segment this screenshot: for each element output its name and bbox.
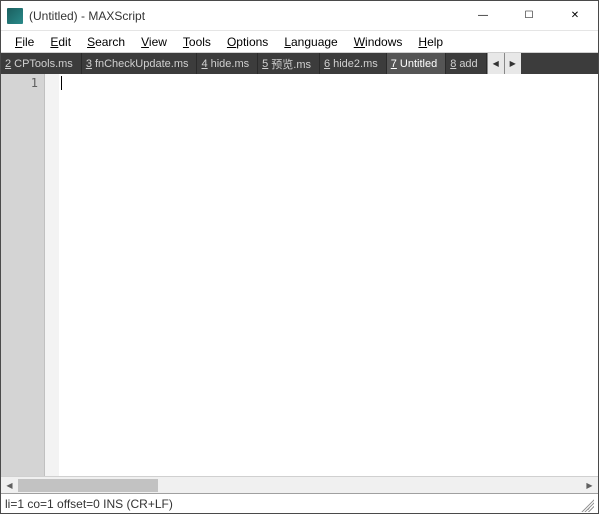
tab-scroll-right[interactable]: ▶: [504, 53, 521, 74]
tab-hide2[interactable]: 6hide2.ms: [320, 53, 387, 74]
tab-label: CPTools.ms: [14, 58, 73, 70]
menu-accel: O: [227, 35, 236, 49]
tab-label: fnCheckUpdate.ms: [95, 58, 189, 70]
editor-area: 1: [1, 74, 598, 476]
menu-windows[interactable]: Windows: [346, 33, 411, 51]
tab-number: 7: [391, 58, 397, 70]
line-number: 1: [1, 76, 38, 90]
tab-number: 4: [201, 58, 207, 70]
tab-label: hide2.ms: [333, 58, 378, 70]
tab-label: 预览.ms: [271, 56, 311, 72]
app-icon: [7, 8, 23, 24]
tab-scroll-left[interactable]: ◀: [487, 53, 504, 74]
fold-margin: [45, 74, 59, 476]
menu-help[interactable]: Help: [410, 33, 451, 51]
menubar: File Edit Search View Tools Options Lang…: [1, 31, 598, 53]
titlebar: (Untitled) - MAXScript — ☐ ✕: [1, 1, 598, 31]
menu-label: elp: [427, 35, 443, 49]
tab-label: hide.ms: [211, 58, 250, 70]
menu-accel: S: [87, 35, 95, 49]
menu-label: ools: [189, 35, 211, 49]
menu-label: earch: [95, 35, 125, 49]
menu-label: indows: [365, 35, 402, 49]
menu-search[interactable]: Search: [79, 33, 133, 51]
tab-add[interactable]: 8add: [446, 53, 486, 74]
tab-number: 2: [5, 58, 11, 70]
menu-accel: V: [141, 35, 149, 49]
menu-file[interactable]: File: [7, 33, 42, 51]
menu-accel: H: [418, 35, 427, 49]
tab-label: Untitled: [400, 58, 437, 70]
window-title: (Untitled) - MAXScript: [29, 9, 460, 23]
tab-preview[interactable]: 5预览.ms: [258, 53, 320, 74]
minimize-button[interactable]: —: [460, 1, 506, 30]
menu-options[interactable]: Options: [219, 33, 276, 51]
tab-hide[interactable]: 4 hide.ms: [197, 53, 258, 74]
tab-fncheckupdate[interactable]: 3fnCheckUpdate.ms: [82, 53, 198, 74]
menu-label: iew: [149, 35, 167, 49]
menu-view[interactable]: View: [133, 33, 175, 51]
menu-label: dit: [58, 35, 71, 49]
menu-edit[interactable]: Edit: [42, 33, 79, 51]
resize-grip[interactable]: [578, 496, 594, 512]
window-controls: — ☐ ✕: [460, 1, 598, 30]
code-editor[interactable]: [59, 74, 598, 476]
line-number-gutter: 1: [1, 74, 45, 476]
scroll-right-button[interactable]: ▶: [581, 477, 598, 494]
menu-tools[interactable]: Tools: [175, 33, 219, 51]
tab-untitled[interactable]: 7Untitled: [387, 53, 446, 74]
scroll-track[interactable]: [18, 477, 581, 494]
close-button[interactable]: ✕: [552, 1, 598, 30]
maximize-button[interactable]: ☐: [506, 1, 552, 30]
text-caret: [61, 76, 62, 90]
menu-language[interactable]: Language: [276, 33, 345, 51]
statusbar: li=1 co=1 offset=0 INS (CR+LF): [1, 493, 598, 513]
tab-number: 3: [86, 58, 92, 70]
tab-number: 6: [324, 58, 330, 70]
tab-number: 5: [262, 58, 268, 70]
tab-number: 8: [450, 58, 456, 70]
scroll-thumb[interactable]: [18, 479, 158, 492]
menu-label: anguage: [291, 35, 338, 49]
menu-accel: W: [354, 35, 365, 49]
scroll-left-button[interactable]: ◀: [1, 477, 18, 494]
menu-label: ile: [22, 35, 34, 49]
tabbar: 2CPTools.ms 3fnCheckUpdate.ms 4 hide.ms 5…: [1, 53, 598, 74]
menu-accel: L: [284, 35, 291, 49]
menu-label: ptions: [236, 35, 268, 49]
tab-label: add: [459, 58, 477, 70]
tab-cptools[interactable]: 2CPTools.ms: [1, 53, 82, 74]
status-text: li=1 co=1 offset=0 INS (CR+LF): [5, 497, 173, 511]
horizontal-scrollbar[interactable]: ◀ ▶: [1, 476, 598, 493]
